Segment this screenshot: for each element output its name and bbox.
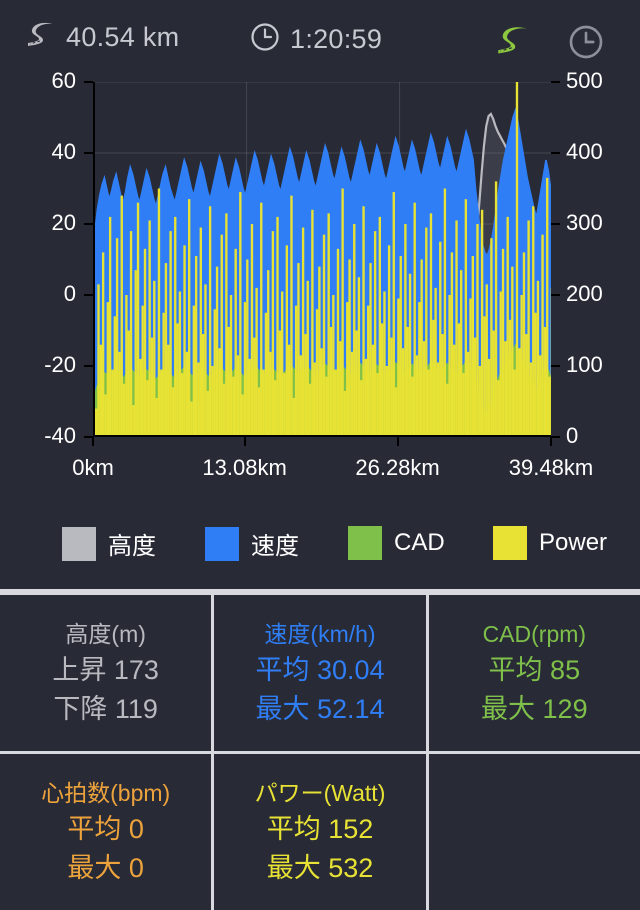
activity-chart: 60 40 20 0 -20 -40 500 400 300 200 100 0 0km 13.08km 2… [0,68,640,495]
stat-cell-heartrate[interactable]: 心拍数(bpm) 平均 0 最大 0 [0,754,212,910]
legend-label: Power [539,529,608,556]
x-axis-tick-label: 26.28km [355,455,440,480]
stat-cell-power[interactable]: パワー(Watt) 平均 152 最大 532 [214,754,426,910]
y-axis-right-tick-label: 100 [566,352,603,377]
stat-title: 高度(m) [65,621,146,648]
activity-summary-screen: 40.54 km 1:20:59 60 40 20 0 -20 -40 500 … [0,0,640,910]
legend-item-高度[interactable]: 高度 [62,526,156,561]
stat-row: 平均 0 [67,814,144,845]
x-axis-tick [243,437,246,446]
y-axis-left-tick-label: -40 [44,423,76,448]
stat-title: パワー(Watt) [254,780,386,807]
y-axis-left-tick-label: 20 [51,210,76,235]
stat-row: 下降 119 [53,693,158,724]
x-axis-tick [550,437,552,446]
y-axis-right-tick [551,436,560,438]
y-axis-right-tick [551,152,560,154]
y-axis-left-tick [84,223,93,225]
stat-row: 平均 30.04 [255,655,385,686]
legend-swatch-icon [62,526,96,561]
clock-icon [250,22,280,57]
x-axis-tick-label: 13.08km [202,455,287,480]
stat-row: 最大 532 [266,852,374,883]
y-axis-right-tick [551,81,560,83]
stat-title: 速度(km/h) [264,621,376,648]
legend-label: 速度 [251,533,299,560]
chart-canvas [95,82,551,435]
duration-stat: 1:20:59 [250,22,382,57]
road-icon[interactable] [496,26,530,61]
x-axis-tick-label: 39.48km [508,455,594,480]
stat-row: 上昇 173 [52,655,159,686]
road-icon [26,22,56,53]
legend-item-Power[interactable]: Power [493,526,607,560]
stat-title: CAD(rpm) [482,621,587,648]
legend-label: 高度 [108,533,156,560]
stat-row: 最大 0 [67,852,144,883]
y-axis-right-tick [551,365,560,367]
x-axis-tick [396,437,399,446]
clock-icon[interactable] [568,24,604,65]
y-axis-left-tick [84,81,93,83]
legend-swatch-icon [205,526,239,561]
stat-row: 平均 152 [266,814,374,845]
duration-value: 1:20:59 [290,24,383,54]
y-axis-right-tick-label: 0 [566,423,579,448]
stat-title: 心拍数(bpm) [41,780,171,807]
legend-item-速度[interactable]: 速度 [205,526,299,561]
stat-cell-speed[interactable]: 速度(km/h) 平均 30.04 最大 52.14 [214,595,426,751]
y-axis-left-tick [84,152,93,154]
y-axis-left-tick-label: -20 [44,352,76,377]
summary-header: 40.54 km 1:20:59 [0,0,640,78]
stat-cell-empty[interactable] [428,754,640,910]
y-axis-right-tick-label: 400 [566,139,603,164]
y-axis-left-tick-label: 40 [51,139,76,164]
y-axis-left-tick [84,294,93,296]
stat-row: 平均 85 [488,655,581,686]
distance-value: 40.54 km [66,22,180,52]
y-axis-left-tick-label: 60 [51,68,76,93]
y-axis-left-tick [84,365,93,367]
chart-plot-area [93,82,551,437]
distance-stat: 40.54 km [26,22,179,53]
stat-cell-cadence[interactable]: CAD(rpm) 平均 85 最大 129 [428,595,640,751]
y-axis-right-tick-label: 500 [566,68,603,93]
x-axis-tick-label: 0km [72,455,114,480]
y-axis-right-tick [551,294,560,296]
stats-table: 高度(m) 上昇 173 下降 119 速度(km/h) 平均 30.04 最大 52.1… [0,589,640,910]
stat-cell-elevation[interactable]: 高度(m) 上昇 173 下降 119 [0,595,212,751]
y-axis-left-tick-label: 0 [63,281,76,306]
legend-item-CAD[interactable]: CAD [348,526,445,560]
y-axis-right-tick [551,223,560,225]
chart-legend: 高度 速度 CAD Power [0,518,640,570]
x-axis-tick [92,437,94,446]
legend-label: CAD [394,529,445,556]
legend-swatch-icon [493,526,527,560]
stat-row: 最大 129 [481,693,588,724]
y-axis-right-tick-label: 200 [566,281,603,306]
y-axis-right-tick-label: 300 [566,210,603,235]
legend-swatch-icon [348,526,382,560]
stat-row: 最大 52.14 [255,693,385,724]
